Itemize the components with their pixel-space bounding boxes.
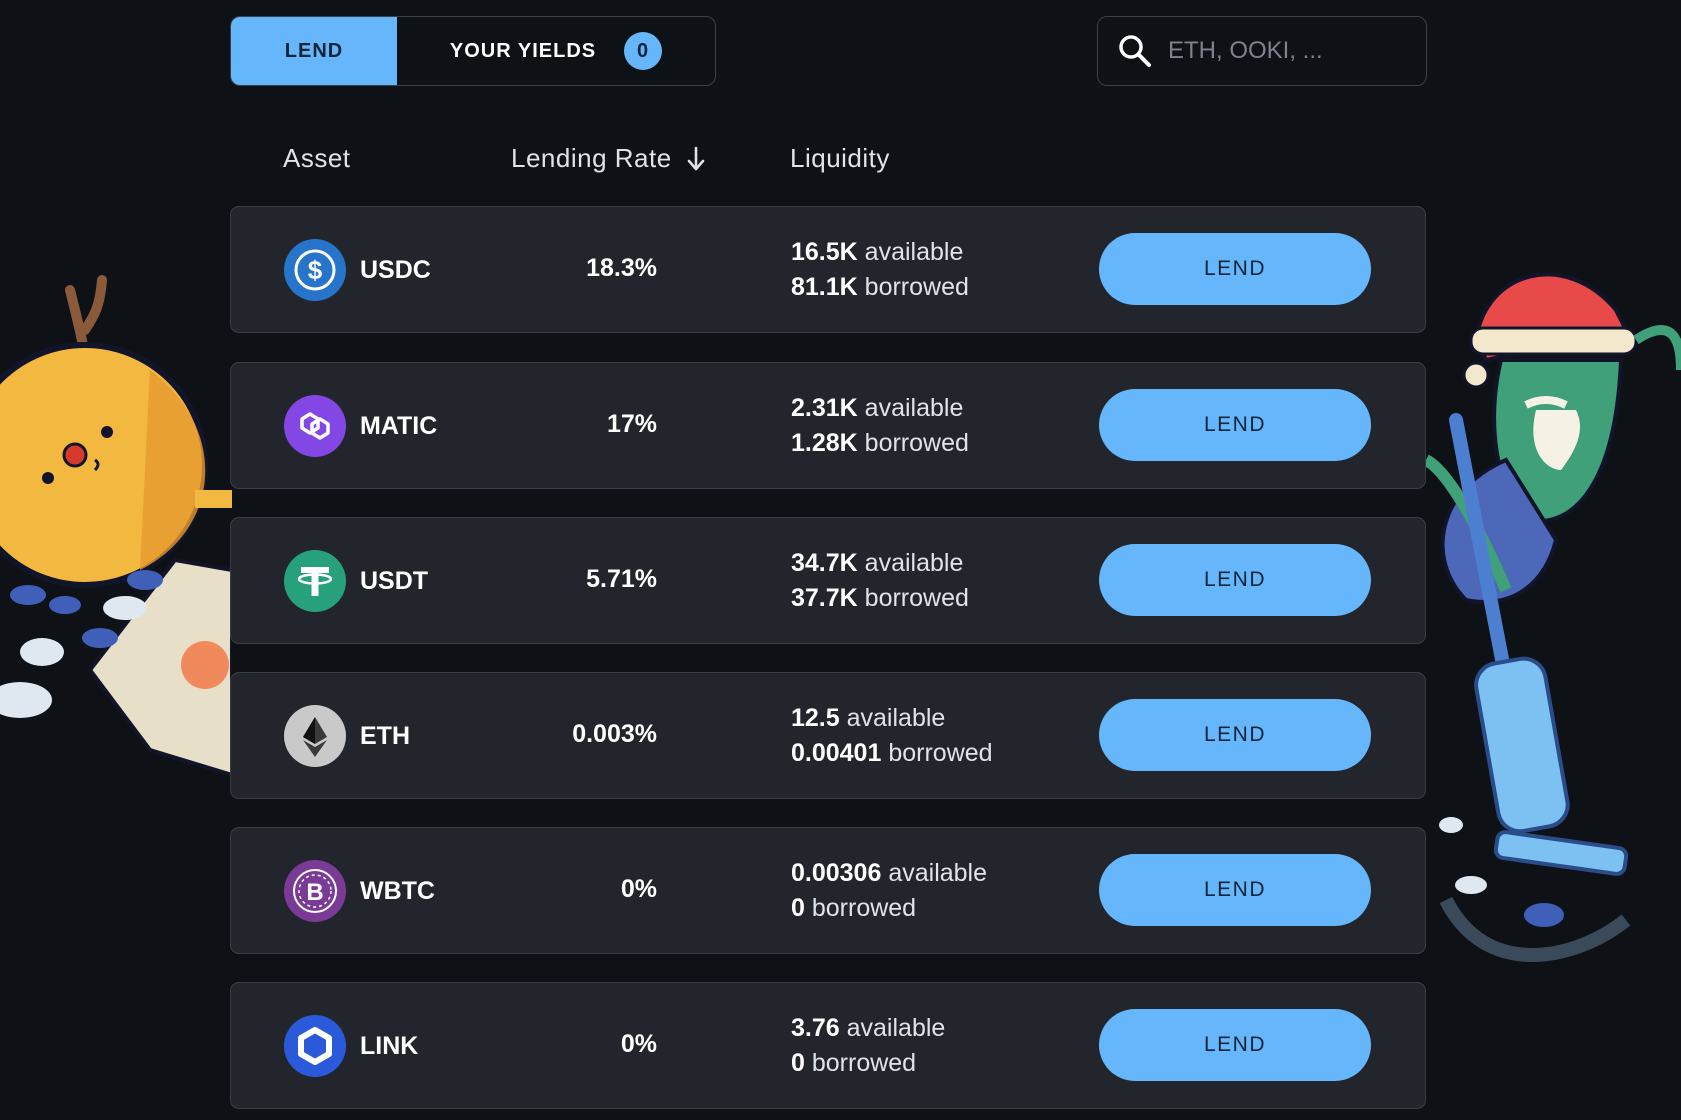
- asset-row-usdt: USDT 5.71% 34.7K available 37.7K borrowe…: [230, 517, 1426, 644]
- tab-your-yields-label: YOUR YIELDS: [449, 39, 597, 62]
- column-header-asset: Asset: [283, 143, 351, 173]
- liquidity-cell: 16.5K available 81.1K borrowed: [791, 235, 969, 305]
- available-label: available: [864, 394, 964, 422]
- borrowed-amount: 0.00401: [791, 739, 882, 767]
- asset-name: ETH: [360, 721, 410, 750]
- available-amount: 2.31K: [791, 394, 858, 422]
- asset-search-box: [1097, 16, 1427, 86]
- asset-row-wbtc: B WBTC 0% 0.00306 available 0 borrowed L…: [230, 827, 1426, 954]
- asset-name: LINK: [360, 1031, 419, 1060]
- asset-cell: LINK: [284, 1015, 418, 1077]
- usdt-icon: [284, 550, 346, 612]
- wbtc-icon: B: [284, 860, 346, 922]
- lending-rate-value: 0%: [620, 1030, 657, 1058]
- liquidity-cell: 34.7K available 37.7K borrowed: [791, 546, 969, 616]
- lending-rate-value: 0.003%: [572, 720, 657, 748]
- borrowed-label: borrowed: [888, 739, 993, 767]
- available-label: available: [864, 549, 964, 577]
- asset-name: MATIC: [360, 411, 438, 440]
- lending-rate-value: 5.71%: [586, 565, 657, 593]
- asset-name: USDC: [360, 255, 431, 284]
- borrowed-amount: 1.28K: [791, 429, 858, 457]
- asset-cell: ETH: [284, 705, 410, 767]
- column-header-liquidity: Liquidity: [790, 143, 890, 173]
- borrowed-label: borrowed: [811, 894, 917, 922]
- svg-text:B: B: [306, 879, 323, 906]
- liquidity-cell: 0.00306 available 0 borrowed: [791, 856, 987, 926]
- yields-count-badge: 0: [624, 32, 663, 70]
- available-label: available: [888, 859, 988, 887]
- liquidity-cell: 12.5 available 0.00401 borrowed: [791, 701, 993, 771]
- asset-cell: USDT: [284, 550, 428, 612]
- lend-tab-group: LEND YOUR YIELDS 0: [230, 16, 716, 86]
- lending-rate-value: 0%: [620, 875, 657, 903]
- available-amount: 3.76: [791, 1014, 840, 1042]
- link-icon: [284, 1015, 346, 1077]
- column-header-lending-rate-label: Lending Rate: [511, 143, 672, 173]
- available-amount: 0.00306: [791, 859, 882, 887]
- matic-icon: [284, 395, 346, 457]
- lend-button-link[interactable]: LEND: [1099, 1009, 1371, 1081]
- available-label: available: [846, 704, 946, 732]
- search-input[interactable]: [1166, 36, 1410, 66]
- liquidity-cell: 2.31K available 1.28K borrowed: [791, 391, 969, 461]
- lend-button-matic[interactable]: LEND: [1099, 389, 1371, 461]
- borrowed-label: borrowed: [864, 584, 969, 612]
- asset-cell: B WBTC: [284, 860, 435, 922]
- asset-row-matic: MATIC 17% 2.31K available 1.28K borrowed…: [230, 362, 1426, 489]
- lend-button-eth[interactable]: LEND: [1099, 699, 1371, 771]
- tab-lend[interactable]: LEND: [231, 17, 397, 85]
- available-amount: 16.5K: [791, 238, 858, 266]
- lend-button-wbtc[interactable]: LEND: [1099, 854, 1371, 926]
- lending-rate-value: 17%: [606, 410, 657, 438]
- asset-name: WBTC: [360, 876, 435, 905]
- column-header-lending-rate[interactable]: Lending Rate: [511, 143, 706, 174]
- available-amount: 34.7K: [791, 549, 858, 577]
- borrowed-amount: 81.1K: [791, 273, 858, 301]
- santa-vacuum-mascot-illustration: [1426, 272, 1681, 962]
- asset-row-usdc: $ USDC 18.3% 16.5K available 81.1K borro…: [230, 206, 1426, 333]
- asset-cell: MATIC: [284, 395, 437, 457]
- eth-icon: [284, 705, 346, 767]
- usdc-icon: $: [284, 239, 346, 301]
- borrowed-amount: 0: [791, 894, 805, 922]
- borrowed-label: borrowed: [811, 1049, 917, 1077]
- search-icon: [1119, 35, 1151, 67]
- available-label: available: [864, 238, 964, 266]
- lend-button-usdc[interactable]: LEND: [1099, 233, 1371, 305]
- orange-mascot-illustration: [0, 275, 232, 778]
- svg-text:$: $: [308, 255, 323, 285]
- asset-name: USDT: [360, 566, 429, 595]
- available-amount: 12.5: [791, 704, 840, 732]
- asset-row-eth: ETH 0.003% 12.5 available 0.00401 borrow…: [230, 672, 1426, 799]
- sort-arrow-down-icon: [687, 146, 704, 170]
- borrowed-label: borrowed: [864, 273, 969, 301]
- asset-row-link: LINK 0% 3.76 available 0 borrowed LEND: [230, 982, 1426, 1109]
- tab-lend-label: LEND: [284, 39, 344, 62]
- lend-button-usdt[interactable]: LEND: [1099, 544, 1371, 616]
- liquidity-cell: 3.76 available 0 borrowed: [791, 1011, 945, 1081]
- asset-cell: $ USDC: [284, 239, 431, 301]
- borrowed-amount: 0: [791, 1049, 805, 1077]
- lending-rate-value: 18.3%: [586, 254, 657, 282]
- tab-your-yields[interactable]: YOUR YIELDS 0: [397, 17, 715, 85]
- borrowed-amount: 37.7K: [791, 584, 858, 612]
- borrowed-label: borrowed: [864, 429, 969, 457]
- available-label: available: [846, 1014, 946, 1042]
